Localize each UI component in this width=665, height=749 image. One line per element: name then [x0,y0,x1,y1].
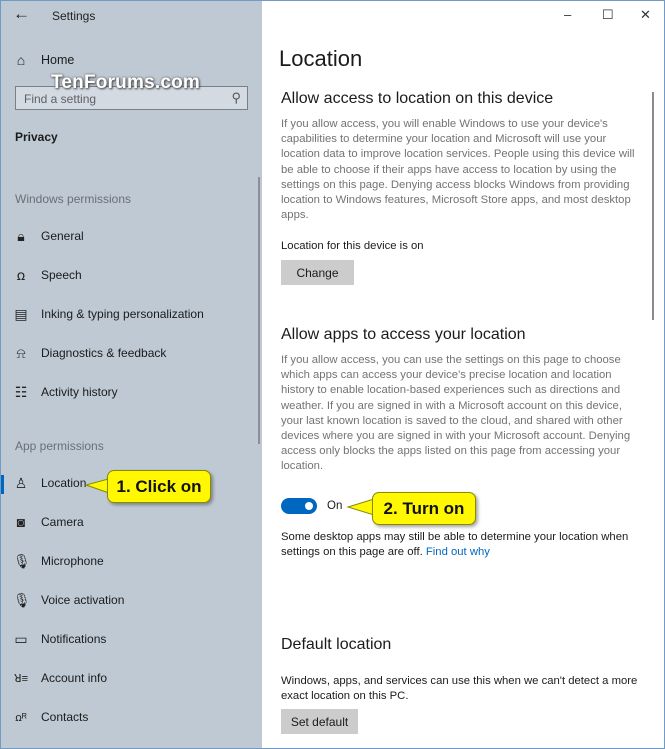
callout-step-2: 2. Turn on [372,492,476,525]
home-icon: ⌂ [16,52,26,68]
sidebar-item-label: Inking & typing personalization [41,307,204,321]
sidebar-item-account-info[interactable]: ꓤ≡ Account info [1,663,251,693]
sidebar-item-contacts[interactable]: ꭥᴿ Contacts [1,702,251,732]
camera-icon: ◙ [16,514,26,530]
toggle-knob [305,502,313,510]
contacts-icon: ꭥᴿ [15,711,27,724]
sidebar-item-label: Speech [41,268,82,282]
find-out-why-link[interactable]: Find out why [426,546,490,558]
apps-section-heading: Allow apps to access your location [281,326,526,343]
watermark: TenForums.com [51,72,200,93]
sidebar-item-camera[interactable]: ◙ Camera [1,507,251,537]
back-arrow-icon[interactable]: ← [13,4,30,24]
sidebar-scrollbar[interactable] [258,177,260,444]
page-title: Location [279,46,363,71]
maximize-button[interactable]: ☐ [602,7,614,23]
lock-icon: 🔒︎ [17,227,25,244]
sidebar-item-label: Location [41,476,87,490]
default-location-description: Windows, apps, and services can use this… [281,675,638,703]
sidebar-item-label: General [41,229,84,243]
category-title: Privacy [15,130,58,144]
microphone-icon: 🎙︎ [13,552,31,569]
sidebar-item-inking[interactable]: ▤ Inking & typing personalization [1,299,251,329]
speech-icon: ꭥ [16,266,26,283]
sidebar-item-label: Account info [41,671,108,685]
minimize-button[interactable]: – [564,7,571,22]
sidebar-item-speech[interactable]: ꭥ Speech [1,260,251,290]
device-location-status: Location for this device is on [281,240,424,252]
section-header-app-permissions: App permissions [15,439,104,453]
app-title: Settings [52,9,96,23]
close-button[interactable]: ✕ [640,7,651,23]
sidebar-item-label: Activity history [41,385,118,399]
sidebar-item-general[interactable]: 🔒︎ General [1,221,251,251]
main-content: – ☐ ✕ Location Allow access to location … [262,1,663,747]
sidebar-item-activity-history[interactable]: ☷ Activity history [1,377,251,407]
sidebar-item-diagnostics[interactable]: ⍾ Diagnostics & feedback [1,338,251,368]
search-icon[interactable]: ⚲ [231,90,241,106]
notification-icon: ▭ [14,630,28,647]
clipboard-icon: ▤ [14,305,28,322]
device-section-description: If you allow access, you will enable Win… [281,118,635,222]
set-default-button[interactable]: Set default [281,709,358,734]
account-info-icon: ꓤ≡ [13,672,29,685]
sidebar-item-label: Camera [41,515,84,529]
sidebar-item-label: Contacts [41,710,89,724]
apps-section-note: Some desktop apps may still be able to d… [281,530,646,560]
device-section-heading: Allow access to location on this device [281,90,554,107]
sidebar: ← Settings ⌂ Home Find a setting ⚲ Priva… [1,1,262,748]
activity-history-icon: ☷ [14,383,28,400]
sidebar-item-voice-activation[interactable]: 🎙︎ Voice activation [1,585,251,615]
location-toggle[interactable] [281,498,317,514]
sidebar-item-label: Diagnostics & feedback [41,346,167,360]
toggle-state-label: On [327,500,343,512]
sidebar-item-notifications[interactable]: ▭ Notifications [1,624,251,654]
sidebar-item-label: Home [41,53,75,67]
sidebar-item-home[interactable]: ⌂ Home [1,45,251,75]
sidebar-item-microphone[interactable]: 🎙︎ Microphone [1,546,251,576]
feedback-icon: ⍾ [16,344,26,361]
change-button[interactable]: Change [281,260,354,285]
main-scrollbar[interactable] [652,92,654,320]
callout-step-1: 1. Click on [107,470,211,503]
microphone-icon: 🎙︎ [13,591,31,608]
default-location-heading: Default location [281,636,392,653]
section-header-windows-permissions: Windows permissions [15,192,132,206]
location-icon: ♙ [14,474,28,491]
search-placeholder: Find a setting [24,92,97,106]
apps-section-description: If you allow access, you can use the set… [281,354,631,473]
sidebar-item-label: Voice activation [41,593,125,607]
sidebar-item-label: Notifications [41,632,107,646]
sidebar-item-label: Microphone [41,554,104,568]
